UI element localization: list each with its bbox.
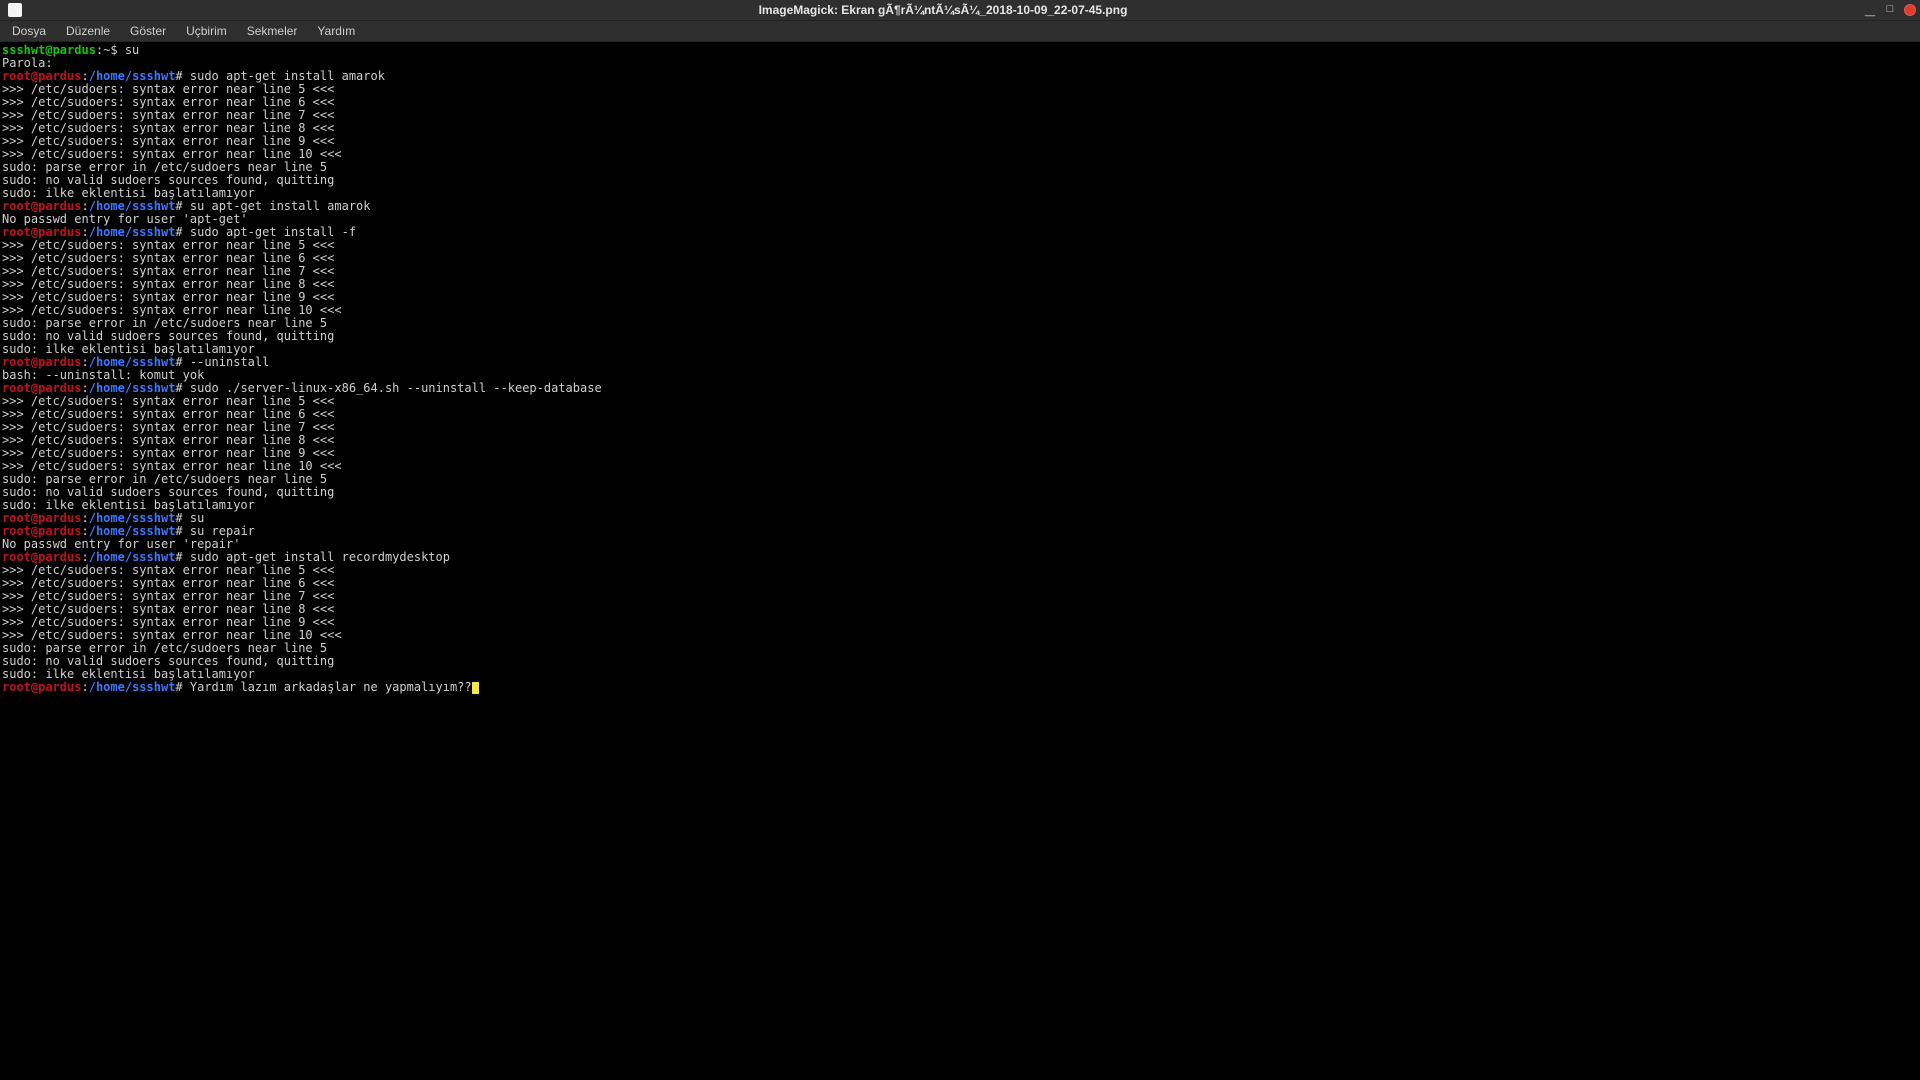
terminal-area[interactable]: ssshwt@pardus:~$ su Parola: root@pardus:… (0, 42, 1920, 1080)
maximize-icon[interactable]: □ (1884, 4, 1896, 16)
minimize-icon[interactable]: _ (1864, 4, 1876, 16)
menu-file[interactable]: Dosya (4, 22, 54, 40)
menu-view[interactable]: Göster (122, 22, 174, 40)
menu-help[interactable]: Yardım (309, 22, 363, 40)
window-title: ImageMagick: Ekran gÃ¶rÃ¼ntÃ¼sÃ¼_2018-10… (22, 3, 1864, 17)
menu-bar: Dosya Düzenle Göster Uçbirim Sekmeler Ya… (0, 21, 1920, 42)
menu-tabs[interactable]: Sekmeler (239, 22, 306, 40)
menu-terminal[interactable]: Uçbirim (178, 22, 235, 40)
title-bar: ImageMagick: Ekran gÃ¶rÃ¼ntÃ¼sÃ¼_2018-10… (0, 0, 1920, 21)
menu-edit[interactable]: Düzenle (58, 22, 118, 40)
terminal-cursor (472, 682, 479, 694)
close-icon[interactable] (1904, 4, 1916, 16)
window-controls: _ □ (1864, 4, 1916, 16)
app-icon (8, 3, 22, 17)
